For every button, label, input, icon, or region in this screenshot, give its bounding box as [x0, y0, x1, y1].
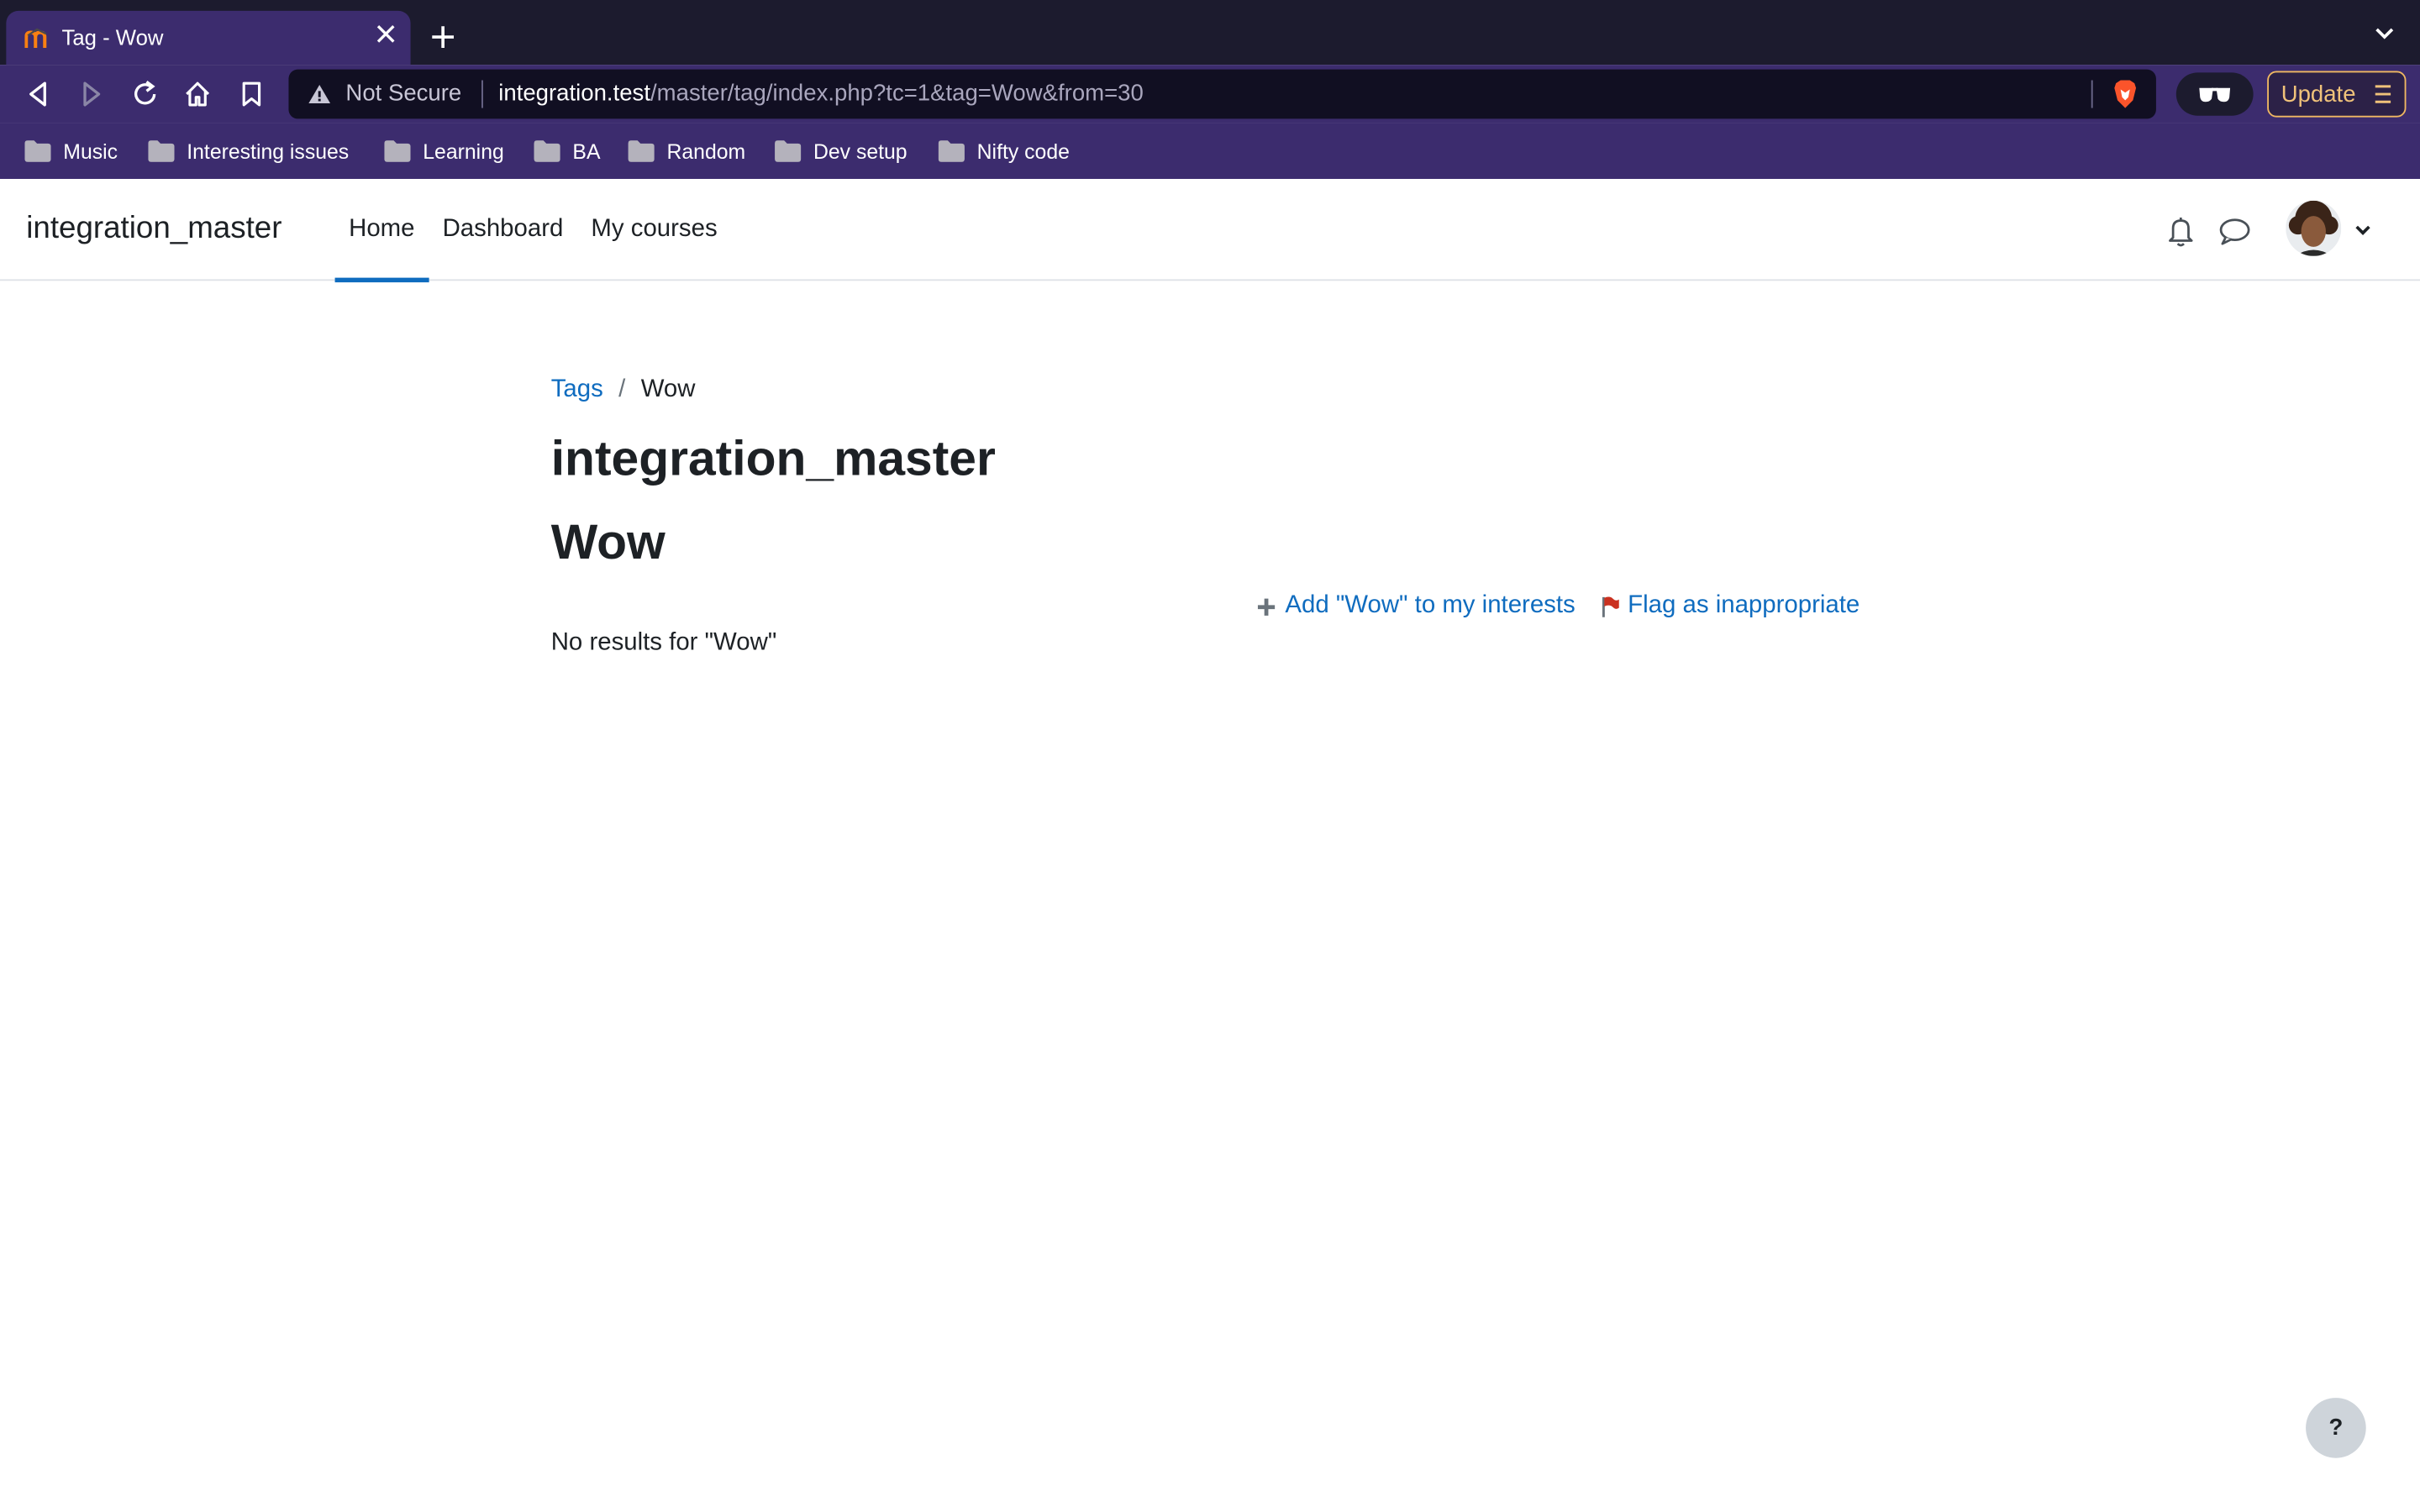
folder-icon	[148, 140, 175, 162]
bookmark-label: Nifty code	[976, 139, 1070, 163]
folder-icon	[384, 140, 411, 162]
address-bar[interactable]: Not Secure integration.test/master/tag/i…	[288, 69, 2156, 119]
bookmark-folder-learning[interactable]: Learning	[384, 137, 504, 165]
tag-title: Wow	[550, 513, 666, 570]
breadcrumb-separator: /	[618, 376, 626, 403]
glasses-icon	[2199, 87, 2231, 102]
nav-my-courses[interactable]: My courses	[577, 179, 731, 281]
bookmark-label: Interesting issues	[187, 139, 350, 163]
brave-shields-icon[interactable]	[2110, 79, 2141, 110]
help-icon: ?	[2328, 1415, 2344, 1441]
tab-strip: Tag - Wow	[0, 0, 2420, 66]
site-navbar: integration_master Home Dashboard My cou…	[0, 179, 2420, 283]
help-button[interactable]: ?	[2306, 1398, 2366, 1458]
bookmark-label: BA	[572, 139, 601, 163]
back-icon[interactable]	[24, 79, 55, 110]
menu-icon	[2375, 85, 2391, 103]
notifications-bell-icon[interactable]	[2165, 214, 2196, 248]
bookmark-label: Music	[63, 139, 118, 163]
add-to-interests-label: Add "Wow" to my interests	[1285, 592, 1576, 619]
breadcrumb: Tags / Wow	[551, 376, 696, 404]
new-tab-icon[interactable]	[429, 24, 457, 51]
bookmark-folder-nifty-code[interactable]: Nifty code	[938, 137, 1070, 165]
page-title: integration_master	[550, 430, 996, 486]
divider	[481, 80, 483, 108]
flag-inappropriate-link[interactable]: Flag as inappropriate	[1600, 592, 1860, 620]
folder-icon	[938, 140, 965, 162]
bookmark-folder-music[interactable]: Music	[24, 137, 118, 165]
chevron-down-icon[interactable]	[2374, 26, 2396, 41]
flag-inappropriate-label: Flag as inappropriate	[1628, 592, 1860, 619]
security-label[interactable]: Not Secure	[345, 81, 461, 107]
flag-icon	[1602, 596, 1619, 617]
forward-icon[interactable]	[76, 79, 107, 110]
breadcrumb-tags-link[interactable]: Tags	[551, 376, 603, 402]
bookmarks-bar: Music Interesting issues Learning BA Ran…	[0, 123, 2420, 180]
update-button[interactable]: Update	[2267, 71, 2407, 118]
update-label: Update	[2281, 81, 2356, 108]
avatar-image	[2286, 200, 2342, 256]
nav-dashboard[interactable]: Dashboard	[429, 179, 577, 281]
tag-actions: Add "Wow" to my interests Flag as inappr…	[1255, 592, 1860, 620]
chevron-down-icon[interactable]	[2354, 222, 2372, 237]
divider	[2091, 80, 2093, 108]
bookmark-label: Random	[666, 139, 746, 163]
bookmark-folder-interesting-issues[interactable]: Interesting issues	[148, 137, 349, 165]
bookmark-folder-ba[interactable]: BA	[534, 137, 601, 165]
folder-icon	[775, 140, 802, 162]
site-name[interactable]: integration_master	[26, 212, 281, 247]
no-results-message: No results for "Wow"	[550, 629, 777, 656]
reload-icon[interactable]	[129, 79, 160, 110]
folder-icon	[628, 140, 655, 162]
url-text[interactable]: integration.test/master/tag/index.php?tc…	[498, 81, 1144, 107]
active-tab[interactable]: Tag - Wow	[6, 10, 411, 66]
bookmark-label: Learning	[423, 139, 504, 163]
user-avatar[interactable]	[2286, 200, 2342, 256]
url-host: integration.test	[498, 80, 651, 107]
browser-toolbar: Not Secure integration.test/master/tag/i…	[0, 65, 2420, 123]
moodle-favicon-icon	[24, 28, 47, 48]
plus-icon	[1257, 597, 1275, 615]
warning-icon	[308, 85, 331, 104]
add-to-interests-link[interactable]: Add "Wow" to my interests	[1255, 592, 1576, 620]
bookmark-label: Dev setup	[813, 139, 908, 163]
close-tab-icon[interactable]	[373, 22, 397, 46]
bookmark-folder-dev-setup[interactable]: Dev setup	[775, 137, 908, 165]
home-icon[interactable]	[182, 79, 213, 110]
messages-chat-icon[interactable]	[2217, 216, 2251, 247]
folder-icon	[24, 140, 51, 162]
bookmark-icon[interactable]	[236, 79, 267, 110]
url-path: /master/tag/index.php?tc=1&tag=Wow&from=…	[650, 80, 1144, 107]
vpn-button[interactable]	[2175, 72, 2254, 116]
primary-navigation: Home Dashboard My courses	[334, 179, 732, 283]
bookmark-folder-random[interactable]: Random	[628, 137, 746, 165]
tab-title: Tag - Wow	[61, 24, 164, 50]
nav-home[interactable]: Home	[334, 179, 429, 283]
browser-window: Tag - Wow Not Secure integration.test/ma…	[0, 0, 2420, 1512]
breadcrumb-current: Wow	[640, 376, 696, 403]
folder-icon	[534, 140, 560, 162]
